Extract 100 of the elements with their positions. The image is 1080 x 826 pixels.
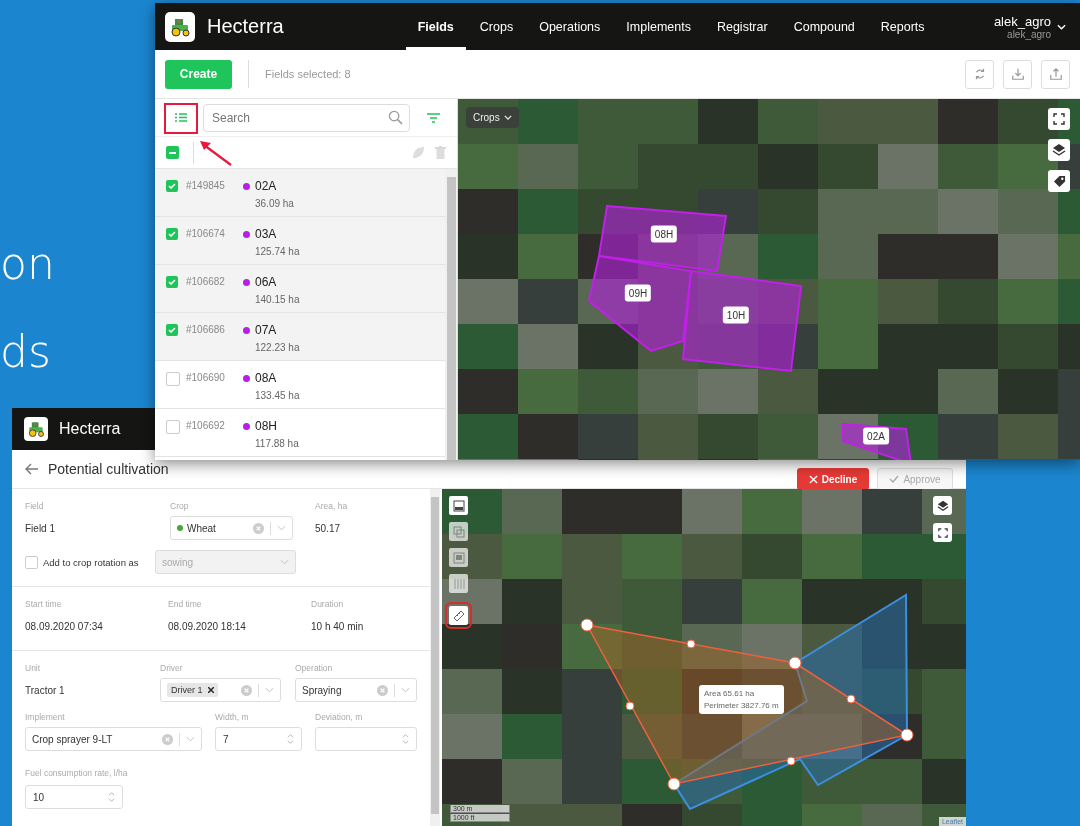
layers-button[interactable] bbox=[933, 496, 952, 515]
leaf-icon[interactable] bbox=[412, 146, 425, 159]
field-caption: Operation bbox=[295, 663, 334, 673]
app-logo[interactable] bbox=[165, 11, 195, 42]
clear-icon[interactable] bbox=[241, 684, 252, 696]
nav-tab[interactable]: Compound bbox=[781, 3, 867, 50]
refresh-button[interactable] bbox=[965, 59, 994, 89]
layers-button[interactable] bbox=[1048, 139, 1070, 161]
field-polygon[interactable] bbox=[597, 204, 728, 273]
field-checkbox[interactable] bbox=[166, 276, 178, 288]
field-caption: Unit bbox=[25, 663, 42, 673]
driver-select[interactable]: Driver 1 bbox=[160, 678, 281, 702]
field-checkbox[interactable] bbox=[166, 324, 178, 336]
image-button[interactable] bbox=[449, 496, 468, 515]
checkmark-icon bbox=[168, 183, 176, 189]
field-id: #106690 bbox=[186, 372, 226, 385]
stepper-icon[interactable] bbox=[402, 733, 409, 745]
columns-icon bbox=[452, 577, 465, 590]
field-caption: Fuel consumption rate, l/ha bbox=[25, 768, 128, 778]
field-list-item[interactable]: #106690 08A 133.45 ha bbox=[155, 361, 445, 409]
field-checkbox[interactable] bbox=[166, 372, 180, 386]
field-value: 08.09.2020 18:14 bbox=[168, 619, 247, 634]
field-list-item[interactable]: #106674 03A 125.74 ha bbox=[155, 217, 445, 265]
map-view[interactable]: 08H 09H 10H 02A Crops bbox=[458, 99, 1080, 460]
nav-tab[interactable]: Operations bbox=[527, 3, 613, 50]
deviation-input[interactable] bbox=[315, 727, 417, 751]
trash-icon[interactable] bbox=[435, 146, 446, 159]
download-button[interactable] bbox=[1003, 59, 1032, 89]
nav-tab[interactable]: Crops bbox=[467, 3, 526, 50]
tag-button[interactable] bbox=[1048, 170, 1070, 192]
nav-tab[interactable]: Fields bbox=[405, 3, 466, 50]
field-area: 36.09 ha bbox=[255, 198, 445, 209]
field-id: #106692 bbox=[186, 420, 226, 433]
fuel-rate-input[interactable]: 10 bbox=[25, 785, 123, 809]
nav-tab[interactable]: Registrar bbox=[704, 3, 780, 50]
implement-select[interactable]: Crop sprayer 9-LT bbox=[25, 727, 202, 751]
remove-icon[interactable] bbox=[207, 687, 214, 693]
layer-dropdown[interactable]: Crops bbox=[466, 107, 519, 128]
pointer-arrow bbox=[199, 140, 233, 167]
measurement-polygon[interactable] bbox=[580, 618, 914, 791]
clear-icon[interactable] bbox=[377, 684, 388, 696]
download-icon bbox=[1010, 67, 1025, 81]
field-list-item[interactable]: #149845 02A 36.09 ha bbox=[155, 169, 445, 217]
clear-icon[interactable] bbox=[253, 522, 264, 534]
field-caption: Deviation, m bbox=[315, 712, 364, 722]
select-all-checkbox[interactable] bbox=[166, 146, 179, 159]
operation-select[interactable]: Spraying bbox=[295, 678, 417, 702]
decline-button[interactable]: Decline bbox=[797, 468, 869, 490]
upload-button[interactable] bbox=[1041, 59, 1070, 89]
field-checkbox[interactable] bbox=[166, 228, 178, 240]
back-arrow-icon[interactable] bbox=[25, 463, 39, 475]
field-polygon[interactable] bbox=[842, 422, 913, 460]
search-field[interactable]: Search bbox=[203, 103, 410, 132]
driver-chip[interactable]: Driver 1 bbox=[167, 683, 218, 697]
layers-icon bbox=[1052, 143, 1066, 157]
field-polygon[interactable] bbox=[587, 254, 693, 353]
field-area: 133.45 ha bbox=[255, 390, 445, 401]
clear-icon[interactable] bbox=[162, 733, 173, 745]
field-value: Field 1 bbox=[25, 521, 56, 536]
field-value: 10 h 40 min bbox=[311, 619, 365, 634]
fullscreen-icon bbox=[1053, 113, 1065, 125]
tractor-logo-icon bbox=[26, 419, 46, 439]
field-list-item[interactable]: #106686 07A 122.23 ha bbox=[155, 313, 445, 361]
app-logo[interactable] bbox=[24, 417, 48, 441]
fullscreen-icon bbox=[937, 527, 948, 538]
checkmark-icon bbox=[168, 279, 176, 285]
field-caption: End time bbox=[168, 599, 203, 609]
field-list-item[interactable]: #106682 06A 140.15 ha bbox=[155, 265, 445, 313]
field-label: 09H bbox=[624, 284, 652, 302]
scrollbar[interactable] bbox=[445, 169, 457, 460]
user-name[interactable]: alek_agro bbox=[993, 13, 1051, 29]
image-icon bbox=[452, 499, 465, 512]
frame-button[interactable] bbox=[449, 548, 468, 567]
layers-icon bbox=[936, 499, 949, 512]
app-name: Hecterra bbox=[207, 15, 284, 38]
field-value: 50.17 bbox=[315, 521, 342, 536]
fullscreen-button[interactable] bbox=[1048, 108, 1070, 130]
list-icon bbox=[174, 113, 187, 122]
search-icon bbox=[388, 109, 403, 125]
field-polygon[interactable] bbox=[681, 269, 803, 373]
stepper-icon[interactable] bbox=[287, 733, 294, 745]
field-checkbox[interactable] bbox=[166, 180, 178, 192]
nav-tab[interactable]: Reports bbox=[868, 3, 937, 50]
stepper-icon[interactable] bbox=[108, 791, 115, 803]
field-list-item[interactable]: #106692 08H 117.88 ha bbox=[155, 409, 445, 457]
field-name: 08H bbox=[255, 419, 277, 433]
fullscreen-button[interactable] bbox=[933, 523, 952, 542]
select-value: Crop sprayer 9-LT bbox=[32, 733, 113, 745]
width-input[interactable]: 7 bbox=[215, 727, 302, 751]
crop-select[interactable]: Wheat bbox=[170, 516, 293, 540]
field-checkbox[interactable] bbox=[166, 420, 180, 434]
selection-status: Fields selected: 8 bbox=[265, 68, 351, 80]
upload-icon bbox=[1048, 67, 1063, 81]
columns-button[interactable] bbox=[449, 574, 468, 593]
field-caption: Driver bbox=[160, 663, 184, 673]
filter-icon[interactable] bbox=[427, 112, 440, 123]
scrollbar[interactable] bbox=[430, 489, 440, 826]
overlay-button[interactable] bbox=[449, 522, 468, 541]
nav-tab[interactable]: Implements bbox=[614, 3, 703, 50]
field-id: #106674 bbox=[186, 228, 226, 241]
